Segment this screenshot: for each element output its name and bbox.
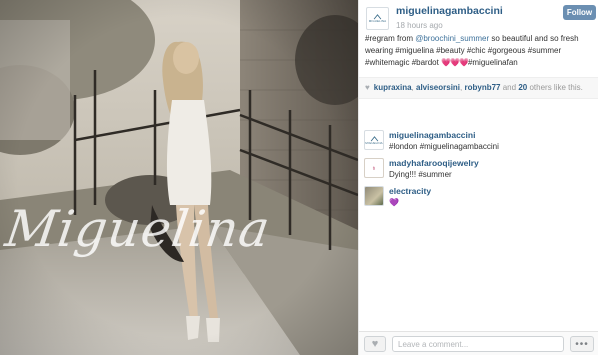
commenter-username[interactable]: miguelinagambaccini <box>389 130 475 140</box>
follow-button[interactable]: Follow <box>563 5 596 20</box>
comment-text: Dying!!! #summer <box>389 170 452 179</box>
likes-count[interactable]: 20 <box>518 83 527 92</box>
likes-and-text: and <box>502 83 517 92</box>
photo-scene <box>0 0 358 355</box>
post-details-panel: MIGUELINA miguelinagambaccini 18 hours a… <box>358 0 598 355</box>
post-timestamp: 18 hours ago <box>396 21 443 30</box>
poster-avatar[interactable]: MIGUELINA <box>366 7 389 30</box>
liker-username[interactable]: kupraxina <box>374 83 412 92</box>
commenter-username[interactable]: electracity <box>389 186 431 196</box>
caption-mention-link[interactable]: @broochini_summer <box>415 34 489 43</box>
avatar-brand-text: MIGUELINA <box>368 19 387 23</box>
likes-bar: ♥ kupraxina, alviseorsini, robynb77 and 2… <box>359 77 598 99</box>
post-header: MIGUELINA miguelinagambaccini 18 hours a… <box>359 0 598 77</box>
comment-footer: ♥ ••• <box>359 331 598 355</box>
poster-username[interactable]: miguelinagambaccini <box>396 5 503 17</box>
comment-item: ♁ madyhafarooqijewelry Dying!!! #summer <box>359 152 598 182</box>
heart-icon: ♥ <box>371 338 379 350</box>
commenter-avatar[interactable] <box>364 186 384 206</box>
comment-text: 💜 <box>389 198 399 207</box>
commenter-username[interactable]: madyhafarooqijewelry <box>389 158 479 168</box>
heart-icon: ♥ <box>365 83 370 92</box>
like-button[interactable]: ♥ <box>364 336 386 352</box>
more-options-button[interactable]: ••• <box>570 336 594 352</box>
comment-input[interactable] <box>392 336 564 352</box>
caption-prefix: #regram from <box>365 34 416 43</box>
post-photo[interactable]: Miguelina <box>0 0 358 355</box>
caption-hearts-emoji: 💗💗💗 <box>441 58 469 67</box>
comment-text: #london #miguelinagambaccini <box>389 142 499 151</box>
post-caption: #regram from @broochini_summer so beauti… <box>365 33 597 69</box>
avatar-brand-text: MIGUELINA <box>365 140 383 145</box>
liker-username[interactable]: robynb77 <box>464 83 500 92</box>
caption-suffix: #miguelinafan <box>467 58 518 67</box>
comment-item: electracity 💜 <box>359 180 598 210</box>
likes-suffix-text: others like this. <box>529 83 583 92</box>
commenter-avatar[interactable]: ♁ <box>364 158 384 178</box>
comment-item: MIGUELINA miguelinagambaccini #london #m… <box>359 124 598 154</box>
liker-username[interactable]: alviseorsini <box>416 83 460 92</box>
commenter-avatar[interactable]: MIGUELINA <box>364 130 384 150</box>
jewelry-logo-icon: ♁ <box>371 164 377 172</box>
